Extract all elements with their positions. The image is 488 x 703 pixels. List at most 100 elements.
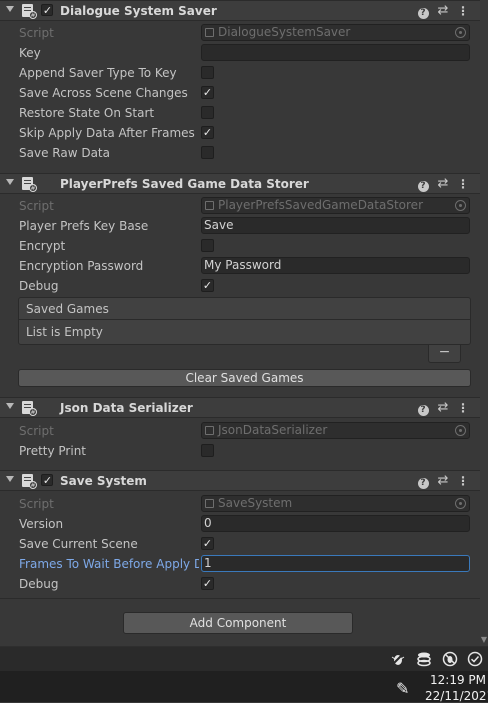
property-row-save-across-scene: Save Across Scene Changes ✓ [0, 83, 480, 103]
property-label: Save Current Scene [19, 537, 138, 551]
script-component-icon: # [22, 474, 37, 489]
component-header-json-serializer[interactable]: # Json Data Serializer ? ⇄ ⋮ [0, 397, 480, 418]
help-icon[interactable]: ? [416, 4, 430, 19]
add-component-button[interactable]: Add Component [123, 612, 353, 634]
component-enable-toggle[interactable]: ✓ [41, 474, 53, 487]
property-label: Script [19, 424, 54, 438]
list-empty-text: List is Empty [26, 325, 103, 339]
presets-icon[interactable]: ⇄ [436, 474, 450, 488]
clock-time[interactable]: 12:19 PM [430, 673, 486, 687]
pen-icon[interactable]: ✎ [396, 679, 409, 698]
bug-icon[interactable] [390, 651, 406, 667]
presets-icon[interactable]: ⇄ [436, 177, 450, 191]
save-across-scene-checkbox[interactable]: ✓ [201, 86, 214, 99]
save-raw-data-checkbox[interactable] [201, 146, 214, 159]
skip-apply-data-checkbox[interactable]: ✓ [201, 126, 214, 139]
svg-text:#: # [30, 409, 35, 416]
object-picker-icon [455, 27, 466, 38]
component-header-save-system[interactable]: # ✓ Save System ? ⇄ ⋮ [0, 470, 480, 491]
property-row-script: Script PlayerPrefsSavedGameDataStorer [0, 196, 480, 216]
check-circle-icon[interactable] [467, 651, 483, 667]
component-enable-toggle[interactable]: ✓ [41, 4, 53, 17]
presets-icon[interactable]: ⇄ [436, 4, 450, 18]
kebab-menu-icon[interactable]: ⋮ [456, 474, 470, 488]
script-component-icon: # [22, 177, 37, 192]
pretty-print-checkbox[interactable] [201, 444, 214, 457]
component-title: Dialogue System Saver [60, 4, 217, 18]
script-file-icon [205, 201, 214, 210]
foldout-arrow-icon[interactable] [6, 6, 14, 12]
clear-saved-games-button[interactable]: Clear Saved Games [18, 369, 471, 387]
encryption-password-field[interactable]: My Password [201, 257, 470, 274]
property-row-restore-state: Restore State On Start [0, 103, 480, 123]
property-row-pretty-print: Pretty Print [0, 441, 480, 461]
property-label: Script [19, 497, 54, 511]
object-picker-icon [455, 425, 466, 436]
divider [0, 598, 480, 599]
presets-icon[interactable]: ⇄ [436, 401, 450, 415]
script-object-value: SaveSystem [218, 496, 293, 510]
kebab-menu-icon[interactable]: ⋮ [456, 401, 470, 415]
append-saver-type-checkbox[interactable] [201, 66, 214, 79]
script-file-icon [205, 499, 214, 508]
encrypt-checkbox[interactable] [201, 239, 214, 252]
property-row-key-base: Player Prefs Key Base Save [0, 216, 480, 236]
kebab-menu-icon[interactable]: ⋮ [456, 177, 470, 191]
help-icon[interactable]: ? [416, 474, 430, 489]
property-row-frames-to-wait: Frames To Wait Before Apply Da 1 [0, 554, 480, 574]
script-object-value: DialogueSystemSaver [218, 25, 351, 39]
script-object-field: PlayerPrefsSavedGameDataStorer [201, 197, 470, 214]
key-text-field[interactable] [201, 44, 470, 61]
property-label: Append Saver Type To Key [19, 66, 177, 80]
property-label: Script [19, 199, 54, 213]
disabled-bug-icon[interactable] [442, 651, 458, 667]
svg-text:#: # [30, 12, 35, 19]
property-row-script: Script JsonDataSerializer [0, 421, 480, 441]
help-icon[interactable]: ? [416, 401, 430, 416]
clock-date[interactable]: 22/11/2021 [425, 689, 488, 703]
version-field[interactable]: 0 [201, 515, 470, 532]
saved-games-list: Saved Games List is Empty [18, 297, 471, 345]
script-file-icon [205, 28, 214, 37]
inspector-scrollbar[interactable]: ▼ [480, 0, 488, 646]
svg-text:#: # [30, 482, 35, 489]
list-footer: − [428, 345, 461, 363]
frames-to-wait-field[interactable]: 1 [201, 555, 470, 572]
property-label: Save Across Scene Changes [19, 86, 188, 100]
kebab-menu-icon[interactable]: ⋮ [456, 4, 470, 18]
property-label: Debug [19, 577, 59, 591]
property-row-version: Version 0 [0, 514, 480, 534]
property-label: Encrypt [19, 239, 66, 253]
debug-checkbox[interactable]: ✓ [201, 279, 214, 292]
component-header-dialogue-system-saver[interactable]: # ✓ Dialogue System Saver ? ⇄ ⋮ [0, 0, 480, 21]
script-object-field: JsonDataSerializer [201, 422, 470, 439]
stack-icon[interactable] [416, 651, 432, 667]
property-label: Version [19, 517, 64, 531]
component-title: PlayerPrefs Saved Game Data Storer [60, 177, 309, 191]
property-label: Key [19, 46, 41, 60]
property-label: Debug [19, 279, 59, 293]
restore-state-checkbox[interactable] [201, 106, 214, 119]
list-header[interactable]: Saved Games [19, 298, 470, 320]
property-label: Frames To Wait Before Apply Da [19, 557, 199, 571]
key-base-text-field[interactable]: Save [201, 217, 470, 234]
help-icon[interactable]: ? [416, 177, 430, 192]
component-header-playerprefs-storer[interactable]: # PlayerPrefs Saved Game Data Storer ? ⇄… [0, 173, 480, 194]
foldout-arrow-icon[interactable] [6, 476, 14, 482]
property-row-script: Script SaveSystem [0, 494, 480, 514]
property-row-save-current-scene: Save Current Scene ✓ [0, 534, 480, 554]
script-component-icon: # [22, 401, 37, 416]
script-object-field: DialogueSystemSaver [201, 24, 470, 41]
foldout-arrow-icon[interactable] [6, 403, 14, 409]
property-row-skip-apply-data: Skip Apply Data After Frames If / ✓ [0, 123, 480, 143]
remove-item-button[interactable]: − [429, 345, 460, 362]
script-object-field: SaveSystem [201, 495, 470, 512]
scroll-down-arrow-icon[interactable]: ▼ [480, 636, 488, 644]
foldout-arrow-icon[interactable] [6, 179, 14, 185]
debug-checkbox[interactable]: ✓ [201, 577, 214, 590]
taskbar: ✎ 12:19 PM 22/11/2021 [0, 646, 488, 703]
property-row-key: Key [0, 43, 480, 63]
property-label: Restore State On Start [19, 106, 155, 120]
component-title: Json Data Serializer [60, 401, 193, 415]
save-current-scene-checkbox[interactable]: ✓ [201, 537, 214, 550]
